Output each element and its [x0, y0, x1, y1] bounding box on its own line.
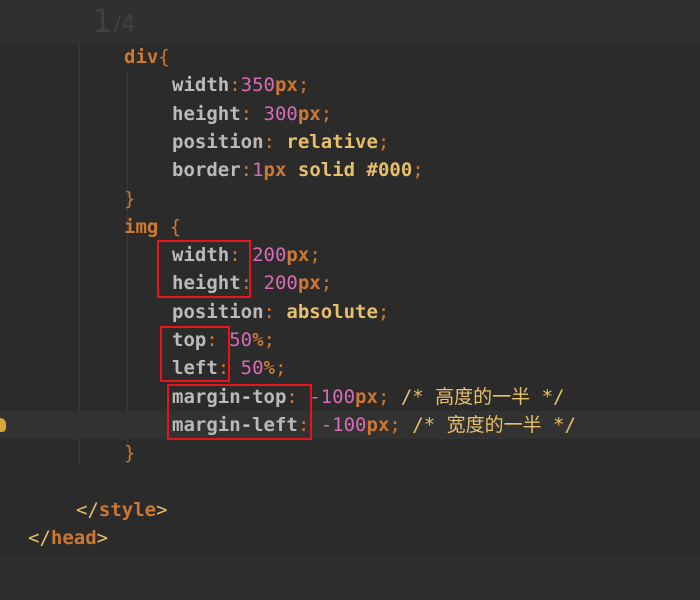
code-token: 50	[240, 357, 264, 380]
code-line[interactable]: img {	[0, 213, 700, 241]
code-token: >	[156, 498, 168, 521]
code-token: border	[172, 159, 241, 182]
code-token: height	[172, 102, 241, 125]
code-token: {	[158, 46, 170, 68]
code-line[interactable]: margin-top: -100px; /* 高度的一半 */	[0, 383, 700, 411]
code-token: %	[252, 329, 264, 351]
code-token: head	[50, 527, 97, 550]
code-token: 200	[252, 244, 287, 267]
code-token: 300	[263, 102, 298, 125]
code-line[interactable]: position: absolute;	[0, 298, 700, 326]
code-token: 50	[229, 329, 253, 351]
editor-top-bar: 1 /4	[0, 0, 700, 44]
code-token: position	[172, 130, 264, 153]
code-line[interactable]: }	[0, 439, 700, 467]
code-token: 350	[240, 74, 275, 97]
code-token: style	[98, 498, 157, 521]
code-token: /* 宽度的一半 */	[412, 413, 576, 436]
code-line[interactable]: position: relative;	[0, 128, 700, 156]
code-token: -100	[309, 385, 356, 408]
code-token: px	[297, 272, 321, 295]
code-token: relative	[286, 130, 378, 153]
code-token: absolute	[286, 300, 378, 323]
code-line[interactable]	[0, 468, 700, 496]
code-line[interactable]: }	[0, 185, 700, 213]
code-token: ;	[309, 244, 321, 267]
code-token: ;	[377, 300, 390, 323]
code-token: ;	[377, 385, 401, 408]
page-total: /4	[114, 12, 136, 37]
code-token: }	[124, 442, 136, 465]
code-token: 1	[252, 159, 264, 182]
code-line[interactable]: </style>	[0, 496, 700, 524]
code-line[interactable]: height: 200px;	[0, 269, 700, 297]
code-line[interactable]: left: 50%;	[0, 354, 700, 382]
code-token: {	[169, 215, 182, 238]
code-line[interactable]: width:350px;	[0, 71, 700, 99]
code-token: px	[286, 244, 310, 267]
code-token: position	[172, 300, 264, 323]
code-token: px	[366, 413, 390, 436]
page-number: 1	[92, 2, 113, 40]
code-token: 200	[263, 272, 298, 295]
code-token: </	[76, 498, 99, 521]
code-token: ;	[389, 413, 413, 436]
code-token: ;	[412, 159, 424, 182]
code-line[interactable]: </head>	[0, 524, 700, 552]
code-line[interactable]: height: 300px;	[0, 100, 700, 128]
code-line[interactable]: margin-left: -100px; /* 宽度的一半 */	[0, 410, 700, 439]
code-token: solid #000	[297, 159, 413, 182]
code-token: ;	[377, 130, 390, 153]
code-token: ;	[320, 272, 333, 295]
code-line[interactable]: top: 50%;	[0, 326, 700, 354]
code-token: >	[96, 527, 109, 550]
code-line[interactable]: div{	[0, 43, 700, 71]
code-token: px	[355, 385, 378, 408]
lightbulb-icon[interactable]	[0, 417, 6, 432]
code-token: px	[274, 74, 298, 97]
highlight-box-width-height	[157, 240, 251, 298]
code-token: </	[28, 527, 51, 550]
code-token: /* 高度的一半 */	[400, 385, 565, 408]
code-token: :	[240, 102, 264, 125]
code-token: ;	[263, 329, 276, 351]
code-token: div	[124, 46, 159, 68]
code-token: ;	[320, 102, 333, 125]
code-token: ;	[275, 357, 287, 380]
code-token: :	[263, 300, 287, 323]
code-token: width	[172, 74, 230, 97]
code-token: :	[229, 74, 241, 97]
code-token: img	[124, 215, 170, 238]
code-token: px	[297, 102, 321, 125]
highlight-box-margins	[167, 384, 312, 440]
highlight-box-top-left	[160, 326, 230, 382]
editor-bottom-area	[0, 556, 700, 600]
code-line[interactable]: width: 200px;	[0, 241, 700, 269]
code-token: %	[263, 357, 275, 380]
code-token: }	[124, 187, 136, 210]
code-token: px	[263, 159, 298, 182]
code-token: ;	[297, 74, 310, 97]
code-line[interactable]: border:1px solid #000;	[0, 156, 700, 184]
code-token: :	[240, 159, 253, 182]
code-token: -100	[320, 413, 367, 436]
code-token: :	[263, 130, 287, 153]
